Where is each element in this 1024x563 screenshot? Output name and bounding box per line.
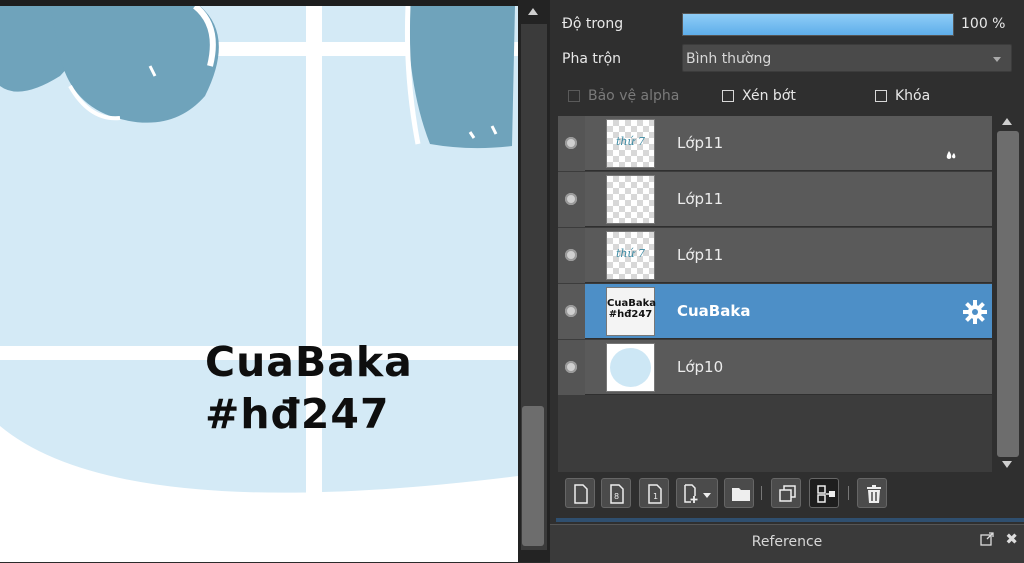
layer-name: Lớp11 <box>677 190 724 208</box>
gear-icon[interactable] <box>962 299 988 325</box>
eye-icon <box>565 193 577 205</box>
eye-icon <box>565 249 577 261</box>
layer-toolbar: 8 1 <box>558 474 1024 514</box>
layer-scroll-thumb[interactable] <box>997 131 1019 457</box>
visibility-toggle[interactable] <box>558 284 585 339</box>
layer-list-scrollbar[interactable] <box>994 116 1024 472</box>
blend-mode-select[interactable]: Bình thường <box>682 44 1012 72</box>
drawing-canvas[interactable]: CuaBaka #hđ247 <box>0 0 518 562</box>
reference-title: Reference <box>751 534 823 550</box>
opacity-slider[interactable] <box>682 13 954 36</box>
opacity-value: 100 % <box>961 16 1006 32</box>
svg-text:1: 1 <box>653 492 658 501</box>
trash-icon <box>867 485 881 503</box>
canvas-scroll-thumb[interactable] <box>522 406 544 546</box>
chevron-down-icon <box>993 57 1001 62</box>
layer-row-selected[interactable]: CuaBaka #hđ247 CuaBaka <box>558 284 992 339</box>
blend-mode-value: Bình thường <box>686 51 772 67</box>
drop-icon <box>946 151 956 159</box>
new-1bit-layer-button[interactable]: 1 <box>639 478 669 508</box>
new-8bit-layer-button[interactable]: 8 <box>601 478 631 508</box>
blend-mode-label: Pha trộn <box>562 51 622 67</box>
canvas-scrollbar[interactable] <box>518 0 550 562</box>
delete-layer-button[interactable] <box>857 478 887 508</box>
eye-icon <box>565 305 577 317</box>
layer-row[interactable]: Lớp11 <box>558 172 992 227</box>
close-icon[interactable]: ✖ <box>1005 530 1018 548</box>
new-folder-button[interactable] <box>724 478 754 508</box>
canvas-artwork <box>0 6 518 562</box>
new-layer-button[interactable] <box>565 478 595 508</box>
opacity-slider-fill <box>683 14 953 35</box>
clip-label: Xén bớt <box>742 88 796 104</box>
1bit-layer-icon: 1 <box>648 484 662 504</box>
reference-panel-header: Reference ✖ <box>550 524 1024 563</box>
visibility-toggle[interactable] <box>558 340 585 395</box>
visibility-toggle[interactable] <box>558 116 585 171</box>
layer-name: Lớp11 <box>677 246 724 264</box>
merge-layer-button[interactable] <box>809 478 839 508</box>
checkbox-box <box>568 90 580 102</box>
protect-alpha-label: Bảo vệ alpha <box>588 88 680 104</box>
toolbar-divider <box>848 486 849 500</box>
canvas-text-line2: #hđ247 <box>205 390 390 438</box>
canvas-text: CuaBaka #hđ247 <box>205 336 413 440</box>
lock-label: Khóa <box>895 88 931 104</box>
opacity-label: Độ trong <box>562 16 624 32</box>
layer-panel: Độ trong 100 % Pha trộn Bình thường Bảo … <box>550 0 1024 563</box>
scroll-up-arrow-icon[interactable] <box>528 8 538 15</box>
protect-alpha-checkbox[interactable]: Bảo vệ alpha <box>568 88 679 104</box>
visibility-toggle[interactable] <box>558 172 585 227</box>
add-layer-menu-button[interactable] <box>676 478 718 508</box>
layer-list: thứ 7 Lớp11 Lớp11 thứ 7 Lớp11 CuaBaka #h… <box>558 116 992 472</box>
folder-icon <box>732 488 750 501</box>
svg-text:8: 8 <box>614 492 619 501</box>
thumbnail-text: thứ 7 <box>615 135 646 148</box>
layer-name: CuaBaka <box>677 302 751 320</box>
layer-thumbnail: CuaBaka #hđ247 <box>606 287 656 336</box>
layer-thumbnail <box>606 175 655 224</box>
8bit-layer-icon: 8 <box>610 484 624 504</box>
scroll-up-arrow-icon[interactable] <box>1002 118 1012 125</box>
eye-icon <box>565 361 577 373</box>
thumbnail-circle <box>610 348 651 387</box>
duplicate-icon <box>779 485 796 502</box>
visibility-toggle[interactable] <box>558 228 585 283</box>
layer-thumbnail: thứ 7 <box>606 119 655 168</box>
add-layer-dropdown-icon <box>684 484 711 503</box>
panel-divider <box>556 518 1024 522</box>
popout-icon[interactable] <box>980 532 994 546</box>
thumbnail-text: CuaBaka #hđ247 <box>607 298 656 320</box>
layer-name: Lớp11 <box>677 134 724 152</box>
eye-icon <box>565 137 577 149</box>
merge-icon <box>817 485 835 503</box>
layer-thumbnail: thứ 7 <box>606 231 655 280</box>
checkbox-box <box>875 90 887 102</box>
canvas-text-line1: CuaBaka <box>205 338 413 386</box>
layer-thumbnail <box>606 343 655 392</box>
checkbox-box <box>722 90 734 102</box>
clip-checkbox[interactable]: Xén bớt <box>722 88 796 104</box>
toolbar-divider <box>761 486 762 500</box>
layer-row[interactable]: Lớp10 <box>558 340 992 395</box>
layer-name: Lớp10 <box>677 358 724 376</box>
duplicate-layer-button[interactable] <box>771 478 801 508</box>
lock-checkbox[interactable]: Khóa <box>875 88 930 104</box>
layer-row[interactable]: thứ 7 Lớp11 <box>558 116 992 171</box>
layer-row[interactable]: thứ 7 Lớp11 <box>558 228 992 283</box>
scroll-down-arrow-icon[interactable] <box>1002 461 1012 468</box>
thumbnail-text: thứ 7 <box>615 247 646 260</box>
new-page-icon <box>574 484 588 504</box>
